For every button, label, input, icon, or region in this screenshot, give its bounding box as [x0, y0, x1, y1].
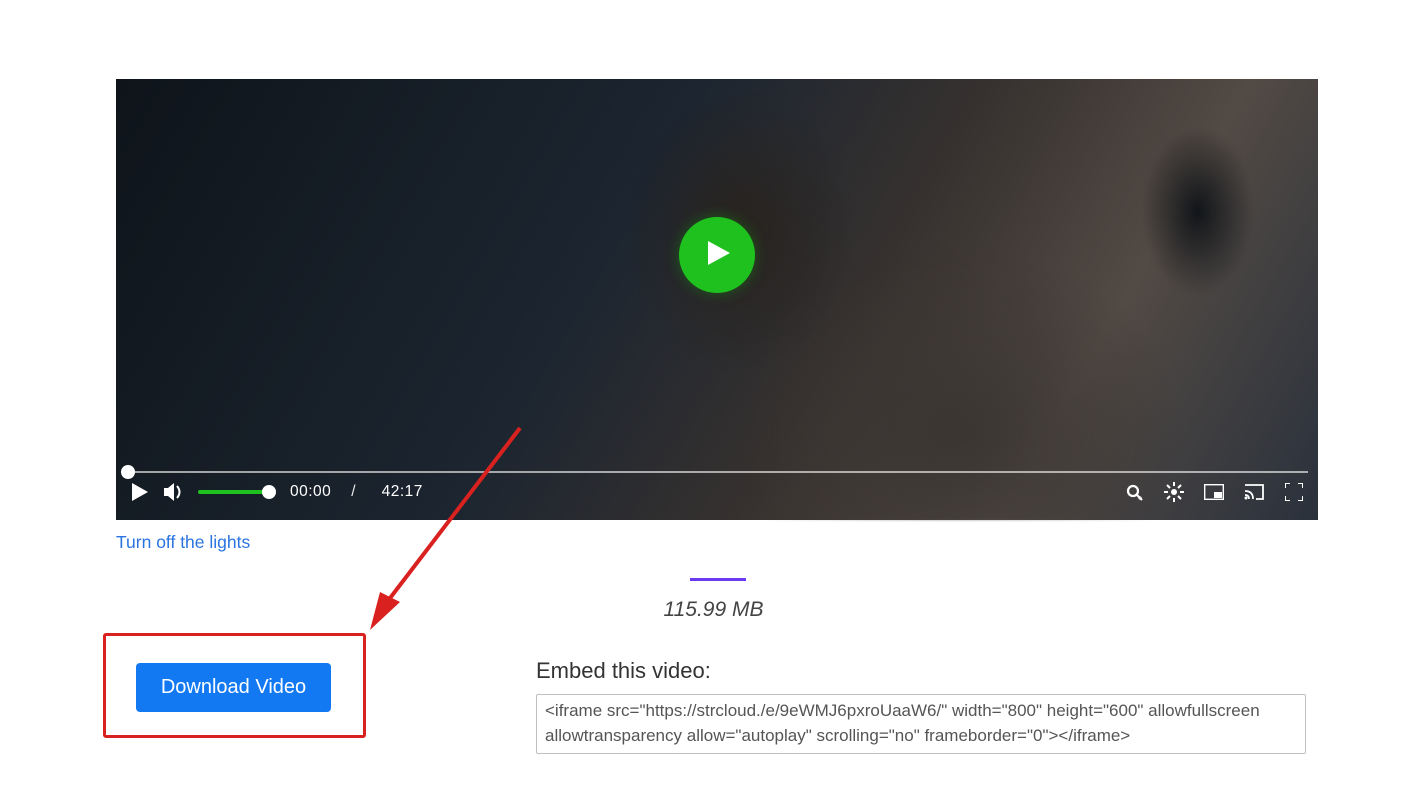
player-controls: 00:00 / 42:17 [116, 464, 1318, 520]
video-player[interactable]: 00:00 / 42:17 [116, 79, 1318, 520]
turn-off-lights-link[interactable]: Turn off the lights [116, 532, 250, 553]
cast-icon[interactable] [1244, 482, 1264, 502]
fullscreen-icon[interactable] [1284, 482, 1304, 502]
pip-icon[interactable] [1204, 482, 1224, 502]
settings-gear-icon[interactable] [1164, 482, 1184, 502]
play-small-icon[interactable] [130, 482, 150, 502]
volume-handle[interactable] [262, 485, 276, 499]
chromecast-search-icon[interactable] [1124, 482, 1144, 502]
download-video-button[interactable]: Download Video [136, 663, 331, 712]
current-time: 00:00 [290, 483, 331, 501]
file-size: 115.99 MB [663, 598, 763, 622]
video-still [116, 79, 1318, 520]
embed-label: Embed this video: [536, 658, 711, 684]
volume-icon[interactable] [164, 482, 184, 502]
time-separator: / [351, 483, 355, 501]
section-divider [690, 578, 746, 581]
embed-code-input[interactable] [536, 694, 1306, 754]
volume-slider[interactable] [198, 490, 270, 494]
play-button[interactable] [679, 217, 755, 293]
duration: 42:17 [382, 483, 423, 501]
play-icon [704, 241, 730, 270]
